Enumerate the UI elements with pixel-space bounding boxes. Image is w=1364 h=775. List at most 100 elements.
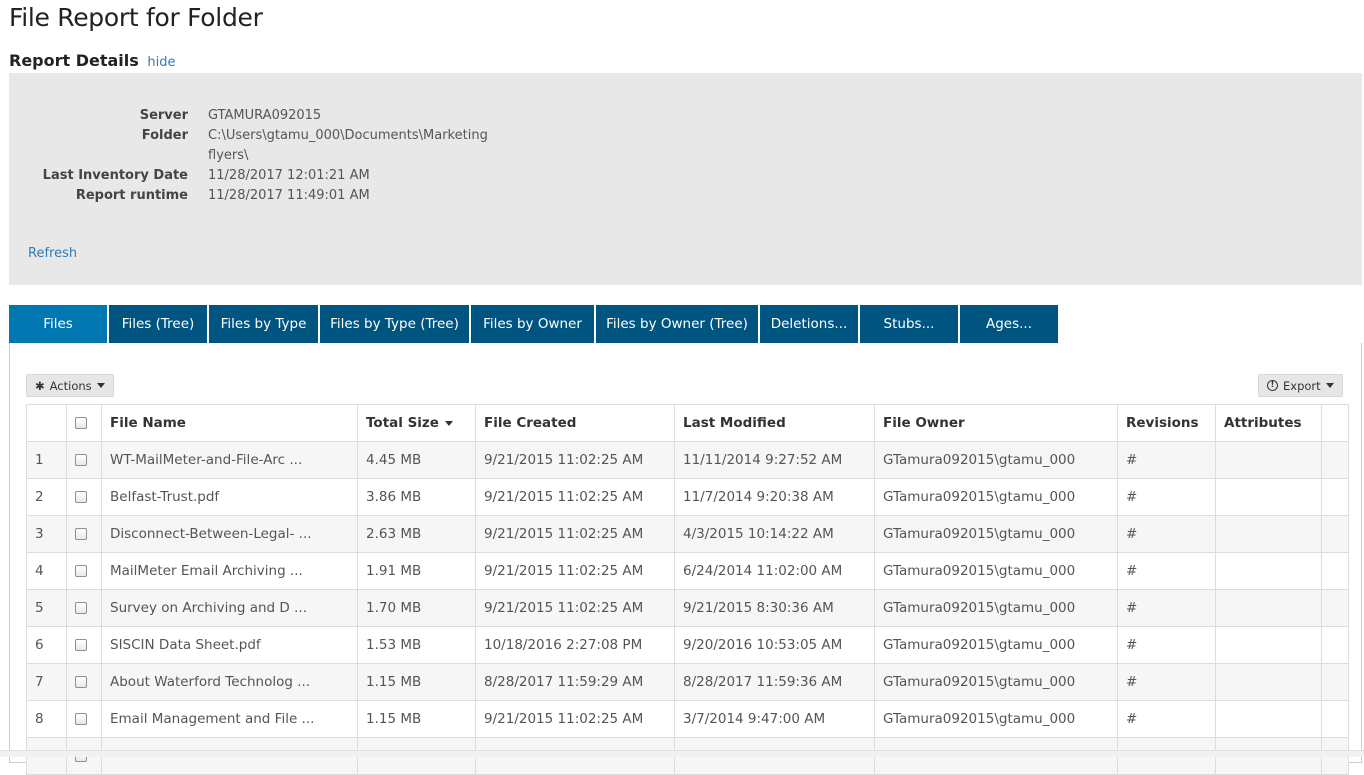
row-checkbox-cell[interactable] <box>66 478 102 516</box>
detail-value: GTAMURA092015 <box>208 108 322 123</box>
file-name-link[interactable]: Belfast-Trust.pdf <box>101 478 358 516</box>
tab-stubs[interactable]: Stubs... <box>860 305 958 343</box>
tab-label: Ages... <box>985 316 1033 332</box>
spacer-cell <box>1321 626 1349 664</box>
refresh-link[interactable]: Refresh <box>28 246 77 261</box>
tab-files-by-owner-tree[interactable]: Files by Owner (Tree) <box>596 305 758 343</box>
column-header-last-modified[interactable]: Last Modified <box>674 404 875 442</box>
row-number: 8 <box>26 700 67 738</box>
row-checkbox[interactable] <box>75 713 87 725</box>
asterisk-icon: ✱ <box>35 378 45 393</box>
tab-ages[interactable]: Ages... <box>960 305 1058 343</box>
file-name-link[interactable]: Survey on Archiving and D ... <box>101 589 358 627</box>
attributes <box>1215 700 1322 738</box>
table-row[interactable]: 3 Disconnect-Between-Legal- ... 2.63 MB 9/2… <box>26 515 1349 553</box>
tab-files-tree[interactable]: Files (Tree) <box>109 305 207 343</box>
total-size: 1.15 MB <box>357 663 476 701</box>
revisions-link[interactable]: # <box>1117 515 1216 553</box>
column-header-label: Total Size <box>366 415 439 431</box>
row-checkbox[interactable] <box>75 565 87 577</box>
tab-files-by-owner[interactable]: Files by Owner <box>471 305 594 343</box>
column-header-file-created[interactable]: File Created <box>475 404 675 442</box>
revisions-link[interactable]: # <box>1117 552 1216 590</box>
revisions-link[interactable]: # <box>1117 663 1216 701</box>
export-label: Export <box>1283 378 1321 393</box>
detail-label: Folder <box>141 128 188 143</box>
row-number: 7 <box>26 663 67 701</box>
row-checkbox[interactable] <box>75 491 87 503</box>
file-name-link[interactable]: Email Management and File ... <box>101 700 358 738</box>
revisions-link[interactable]: # <box>1117 589 1216 627</box>
row-checkbox[interactable] <box>75 602 87 614</box>
total-size: 1.70 MB <box>357 589 476 627</box>
file-created: 9/21/2015 11:02:25 AM <box>475 589 675 627</box>
caret-down-icon <box>1325 383 1334 388</box>
report-details-panel: Server GTAMURA092015 Folder C:\Users\gta… <box>9 73 1362 285</box>
tab-files[interactable]: Files <box>9 305 107 343</box>
column-header-total-size[interactable]: Total Size <box>357 404 476 442</box>
last-modified: 11/7/2014 9:20:38 AM <box>674 478 875 516</box>
detail-row-last-inventory: Last Inventory Date 11/28/2017 12:01:21 … <box>9 166 609 186</box>
row-checkbox-cell[interactable] <box>66 589 102 627</box>
detail-value: 11/28/2017 11:49:01 AM <box>208 188 370 203</box>
file-owner: GTamura092015\gtamu_000 <box>874 478 1118 516</box>
tab-label: Files by Owner (Tree) <box>606 316 748 332</box>
total-size: 1.15 MB <box>357 700 476 738</box>
table-row[interactable]: 6 SISCIN Data Sheet.pdf 1.53 MB 10/18/2016 … <box>26 626 1349 664</box>
revisions-link[interactable]: # <box>1117 478 1216 516</box>
table-row[interactable]: 7 About Waterford Technolog ... 1.15 MB 8/2… <box>26 663 1349 701</box>
revisions-link[interactable]: # <box>1117 441 1216 479</box>
column-header-file-name[interactable]: File Name <box>101 404 358 442</box>
files-content: ✱ Actions ! Export File Name Total Size … <box>9 343 1362 775</box>
row-checkbox-cell[interactable] <box>66 515 102 553</box>
tab-label: Files (Tree) <box>121 316 195 332</box>
row-checkbox[interactable] <box>75 639 87 651</box>
table-row[interactable]: 5 Survey on Archiving and D ... 1.70 MB 9/2… <box>26 589 1349 627</box>
tab-label: Files by Owner <box>483 316 582 332</box>
hide-details-link[interactable]: hide <box>147 55 175 70</box>
tab-files-by-type-tree[interactable]: Files by Type (Tree) <box>320 305 469 343</box>
select-all-checkbox-cell[interactable] <box>66 404 102 442</box>
total-size: 2.63 MB <box>357 515 476 553</box>
row-number: 4 <box>26 552 67 590</box>
export-button[interactable]: ! Export <box>1258 374 1343 397</box>
file-name-link[interactable]: SISCIN Data Sheet.pdf <box>101 626 358 664</box>
table-row[interactable]: 4 MailMeter Email Archiving ... 1.91 MB 9/2… <box>26 552 1349 590</box>
row-checkbox-cell[interactable] <box>66 700 102 738</box>
sort-descending-icon <box>444 420 453 426</box>
horizontal-scrollbar[interactable] <box>0 750 1364 757</box>
last-modified: 9/20/2016 10:53:05 AM <box>674 626 875 664</box>
tab-files-by-type[interactable]: Files by Type <box>209 305 318 343</box>
row-number: 3 <box>26 515 67 553</box>
file-name-link[interactable]: About Waterford Technolog ... <box>101 663 358 701</box>
select-all-checkbox[interactable] <box>75 417 87 429</box>
row-number: 1 <box>26 441 67 479</box>
row-checkbox-cell[interactable] <box>66 441 102 479</box>
export-icon: ! <box>1267 380 1278 391</box>
column-header-attributes[interactable]: Attributes <box>1215 404 1322 442</box>
row-checkbox-cell[interactable] <box>66 552 102 590</box>
table-row[interactable]: 1 WT-MailMeter-and-File-Arc ... 4.45 MB 9/2… <box>26 441 1349 479</box>
file-name-link[interactable]: WT-MailMeter-and-File-Arc ... <box>101 441 358 479</box>
file-name-link[interactable]: MailMeter Email Archiving ... <box>101 552 358 590</box>
row-number: 5 <box>26 589 67 627</box>
file-created: 10/18/2016 2:27:08 PM <box>475 626 675 664</box>
actions-button[interactable]: ✱ Actions <box>26 374 114 397</box>
row-checkbox[interactable] <box>75 676 87 688</box>
file-name-link[interactable]: Disconnect-Between-Legal- ... <box>101 515 358 553</box>
column-header-revisions[interactable]: Revisions <box>1117 404 1216 442</box>
tab-label: Files by Type (Tree) <box>330 316 459 332</box>
row-checkbox-cell[interactable] <box>66 663 102 701</box>
row-checkbox[interactable] <box>75 454 87 466</box>
column-header-file-owner[interactable]: File Owner <box>874 404 1118 442</box>
table-row[interactable]: 2 Belfast-Trust.pdf 3.86 MB 9/21/2015 11:02… <box>26 478 1349 516</box>
revisions-link[interactable]: # <box>1117 700 1216 738</box>
table-row[interactable]: 8 Email Management and File ... 1.15 MB 9/2… <box>26 700 1349 738</box>
row-checkbox-cell[interactable] <box>66 626 102 664</box>
row-checkbox[interactable] <box>75 528 87 540</box>
attributes <box>1215 441 1322 479</box>
detail-label: Last Inventory Date <box>42 168 188 183</box>
file-owner: GTamura092015\gtamu_000 <box>874 552 1118 590</box>
revisions-link[interactable]: # <box>1117 626 1216 664</box>
tab-deletions[interactable]: Deletions... <box>760 305 858 343</box>
